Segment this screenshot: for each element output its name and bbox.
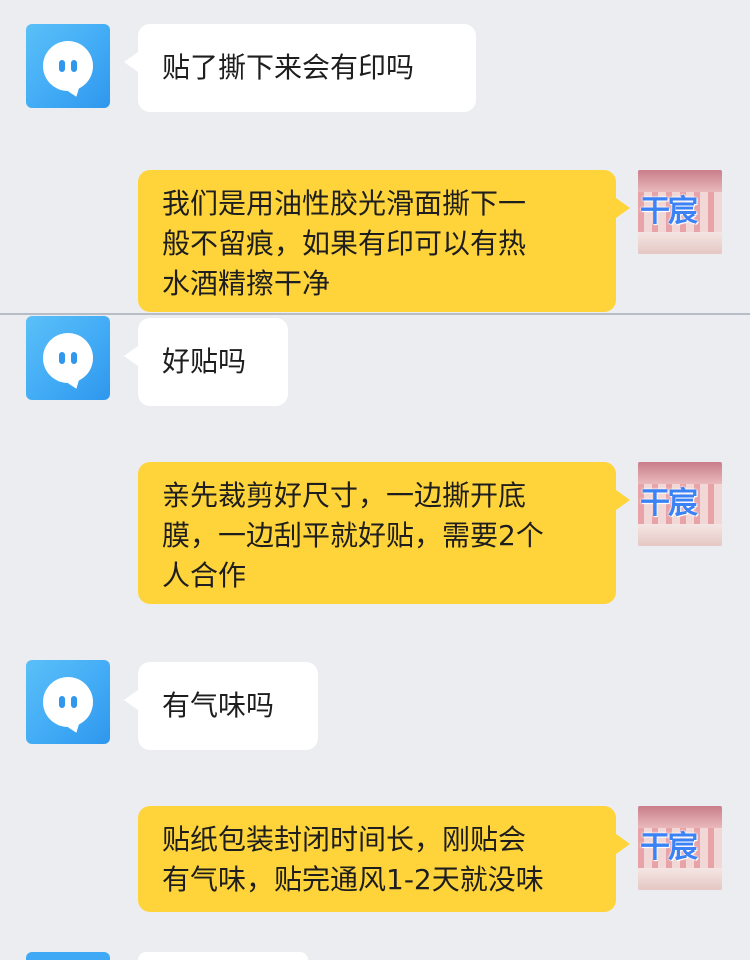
outgoing-message-bubble[interactable]: 贴纸包装封闭时间长，刚贴会 有气味，贴完通风1-2天就没味 bbox=[138, 806, 630, 912]
message-text-line: 贴纸包装封闭时间长，刚贴会 bbox=[162, 823, 527, 856]
customer-avatar[interactable] bbox=[26, 24, 110, 108]
customer-avatar[interactable] bbox=[26, 660, 110, 744]
message-text-line: 膜，一边刮平就好贴，需要2个 bbox=[162, 519, 544, 552]
incoming-message-bubble-partial[interactable] bbox=[138, 952, 308, 960]
scroll-divider bbox=[0, 313, 750, 315]
shop-photo-avatar-icon: 干宸 bbox=[640, 486, 698, 521]
shop-photo-stripe bbox=[638, 868, 722, 890]
message-text-line: 水酒精擦干净 bbox=[162, 267, 331, 300]
shop-photo-avatar-icon: 干宸 bbox=[640, 830, 698, 865]
customer-avatar[interactable] bbox=[26, 316, 110, 400]
message-text-line: 人合作 bbox=[162, 559, 247, 592]
chat-bubble-face-icon bbox=[43, 41, 93, 99]
shop-photo-stripe bbox=[638, 524, 722, 546]
seller-avatar[interactable]: 干宸 bbox=[638, 806, 722, 890]
chat-bubble-face-icon bbox=[43, 333, 93, 391]
shop-photo-roof bbox=[638, 170, 722, 192]
message-text-line: 贴了撕下来会有印吗 bbox=[162, 51, 415, 84]
seller-avatar[interactable]: 干宸 bbox=[638, 170, 722, 254]
outgoing-message-bubble[interactable]: 亲先裁剪好尺寸，一边撕开底 膜，一边刮平就好贴，需要2个 人合作 bbox=[138, 462, 630, 604]
shop-photo-roof bbox=[638, 806, 722, 828]
message-text-line: 亲先裁剪好尺寸，一边撕开底 bbox=[162, 479, 527, 512]
message-text-line: 好贴吗 bbox=[162, 345, 247, 378]
outgoing-message-bubble[interactable]: 我们是用油性胶光滑面撕下一 般不留痕，如果有印可以有热 水酒精擦干净 bbox=[138, 170, 630, 312]
incoming-message-bubble[interactable]: 有气味吗 bbox=[124, 662, 318, 750]
incoming-message-bubble[interactable]: 贴了撕下来会有印吗 bbox=[124, 24, 476, 112]
message-text-line: 有气味，贴完通风1-2天就没味 bbox=[162, 863, 544, 896]
message-text-line: 般不留痕，如果有印可以有热 bbox=[162, 227, 527, 260]
incoming-message-bubble[interactable]: 好贴吗 bbox=[124, 318, 288, 406]
message-text-line: 我们是用油性胶光滑面撕下一 bbox=[162, 187, 527, 220]
shop-photo-roof bbox=[638, 462, 722, 484]
customer-avatar-partial[interactable] bbox=[26, 952, 110, 960]
chat-bubble-face-icon bbox=[43, 677, 93, 735]
seller-avatar[interactable]: 干宸 bbox=[638, 462, 722, 546]
shop-photo-avatar-icon: 干宸 bbox=[640, 194, 698, 229]
shop-photo-stripe bbox=[638, 232, 722, 254]
message-text-line: 有气味吗 bbox=[162, 689, 275, 722]
